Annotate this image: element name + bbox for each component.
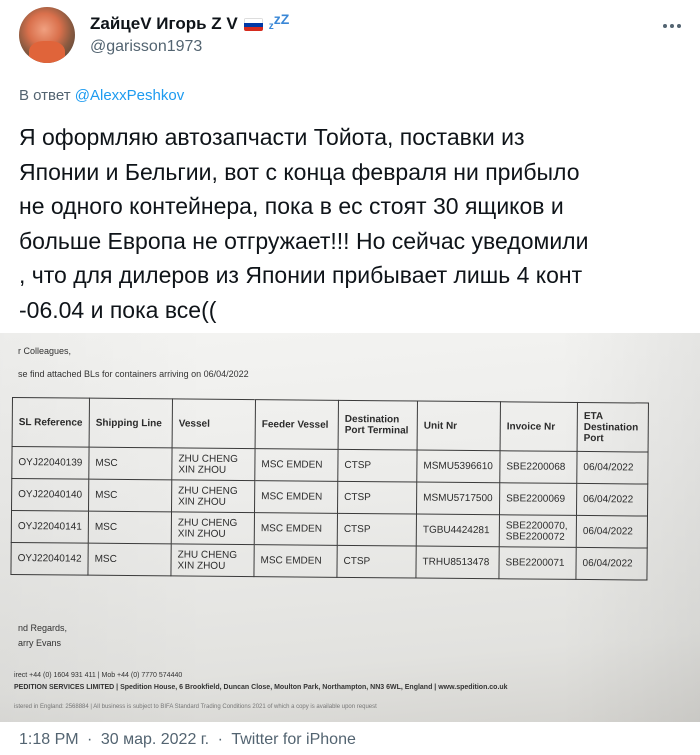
author-name-row: ZайцеV Игорь Z V zzZ bbox=[90, 11, 290, 34]
cell-ref: OYJ22040141 bbox=[11, 510, 89, 544]
separator: · bbox=[217, 731, 223, 748]
doc-company: PEDITION SERVICES LIMITED | Spedition Ho… bbox=[14, 684, 508, 691]
zz-emoji: zzZ bbox=[268, 11, 290, 32]
cell-invoice: SBE2200070, SBE2200072 bbox=[499, 514, 577, 548]
separator: · bbox=[87, 731, 93, 748]
cell-line: MSC bbox=[88, 447, 173, 480]
author-avatar[interactable] bbox=[19, 7, 75, 63]
cell-feeder: MSC EMDEN bbox=[253, 544, 338, 578]
cell-feeder: MSC EMDEN bbox=[254, 448, 339, 482]
cell-vessel: ZHU CHENG XIN ZHOU bbox=[171, 511, 255, 545]
cell-feeder: MSC EMDEN bbox=[254, 512, 338, 546]
photographed-document: r Colleagues, se find attached BLs for c… bbox=[0, 333, 700, 722]
col-feeder-vessel: Feeder Vessel bbox=[255, 399, 339, 450]
cell-feeder: MSC EMDEN bbox=[254, 480, 338, 514]
doc-greeting: r Colleagues, bbox=[18, 346, 72, 356]
russian-flag-icon bbox=[243, 17, 263, 31]
cell-eta: 06/04/2022 bbox=[576, 515, 648, 549]
reply-context: В ответ @AlexxPeshkov bbox=[19, 87, 184, 104]
bl-table-header: SL Reference Shipping Line Vessel Feeder… bbox=[12, 397, 649, 453]
tweet-time[interactable]: 1:18 PM bbox=[19, 731, 79, 748]
reply-mention-link[interactable]: @AlexxPeshkov bbox=[75, 87, 184, 104]
table-row: OYJ22040142 MSC ZHU CHENG XIN ZHOU MSC E… bbox=[10, 542, 648, 581]
cell-invoice: SBE2200068 bbox=[499, 450, 578, 484]
col-eta: ETA Destination Port bbox=[577, 402, 649, 453]
cell-vessel: ZHU CHENG XIN ZHOU bbox=[170, 543, 255, 577]
cell-unit: TRHU8513478 bbox=[415, 546, 500, 579]
cell-unit: MSMU5396610 bbox=[416, 450, 501, 483]
reply-prefix: В ответ bbox=[19, 87, 71, 104]
col-unit-nr: Unit Nr bbox=[417, 401, 501, 451]
bl-table: SL Reference Shipping Line Vessel Feeder… bbox=[10, 397, 649, 581]
cell-unit: MSMU5717500 bbox=[416, 482, 500, 515]
author-handle[interactable]: @garisson1973 bbox=[90, 38, 202, 56]
cell-invoice: SBE2200071 bbox=[498, 546, 577, 580]
cell-terminal: CTSP bbox=[337, 481, 417, 515]
cell-ref: OYJ22040139 bbox=[11, 446, 90, 480]
cell-eta: 06/04/2022 bbox=[576, 451, 649, 485]
col-sl-reference: SL Reference bbox=[12, 397, 90, 448]
cell-vessel: ZHU CHENG XIN ZHOU bbox=[171, 447, 256, 481]
col-shipping-line: Shipping Line bbox=[89, 398, 173, 448]
cell-eta: 06/04/2022 bbox=[576, 483, 648, 517]
tweet-text: Я оформляю автозапчасти Тойота, поставки… bbox=[19, 124, 589, 323]
attached-photo[interactable]: r Colleagues, se find attached BLs for c… bbox=[0, 333, 700, 722]
cell-terminal: CTSP bbox=[337, 449, 418, 483]
tweet-date[interactable]: 30 мар. 2022 г. bbox=[101, 731, 209, 748]
cell-ref: OYJ22040142 bbox=[10, 542, 89, 576]
doc-legal: istered in England: 2568884 | All busine… bbox=[14, 704, 377, 710]
cell-line: MSC bbox=[87, 543, 172, 576]
cell-unit: TGBU4424281 bbox=[416, 514, 500, 547]
col-vessel: Vessel bbox=[172, 398, 256, 449]
doc-intro: se find attached BLs for containers arri… bbox=[18, 369, 249, 379]
col-invoice-nr: Invoice Nr bbox=[500, 401, 578, 452]
more-options-icon[interactable] bbox=[660, 14, 684, 38]
cell-terminal: CTSP bbox=[336, 545, 417, 579]
cell-line: MSC bbox=[88, 511, 172, 544]
doc-contact: irect +44 (0) 1604 931 411 | Mob +44 (0)… bbox=[14, 672, 183, 679]
doc-regards: nd Regards, bbox=[18, 623, 68, 633]
doc-signer: arry Evans bbox=[18, 638, 62, 648]
tweet-source[interactable]: Twitter for iPhone bbox=[231, 731, 356, 748]
author-display-name[interactable]: ZайцеV Игорь Z V bbox=[90, 14, 238, 34]
cell-line: MSC bbox=[88, 479, 172, 512]
cell-vessel: ZHU CHENG XIN ZHOU bbox=[171, 479, 255, 513]
cell-invoice: SBE2200069 bbox=[499, 482, 577, 516]
tweet-footer: 1:18 PM · 30 мар. 2022 г. · Twitter for … bbox=[19, 731, 356, 749]
cell-eta: 06/04/2022 bbox=[575, 547, 648, 581]
col-destination-terminal: Destination Port Terminal bbox=[338, 400, 418, 451]
cell-terminal: CTSP bbox=[337, 513, 417, 547]
cell-ref: OYJ22040140 bbox=[11, 478, 89, 512]
